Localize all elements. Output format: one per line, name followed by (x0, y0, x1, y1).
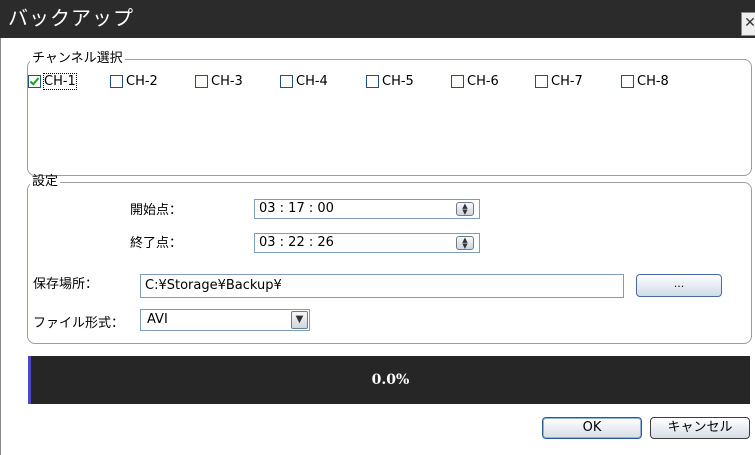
close-button[interactable]: ✕ (741, 12, 755, 36)
spin-up-down-icon: ▲ ▼ (462, 236, 468, 250)
chevron-down-icon[interactable]: ▼ (291, 311, 308, 329)
save-location-label: 保存場所： (33, 277, 99, 292)
channel-selection-group: チャンネル選択 (27, 52, 752, 176)
end-time-spinner[interactable]: ▲ ▼ (456, 236, 474, 250)
channel-checkbox[interactable] (28, 74, 41, 88)
channel-label: CH-6 (467, 73, 499, 89)
channel-checkbox[interactable] (535, 74, 548, 88)
dialog-border (0, 38, 1, 455)
backup-progress-bar: 0.0% (28, 356, 750, 404)
channel-label: CH-7 (551, 73, 583, 89)
channel-option-7[interactable]: CH-7 (535, 72, 583, 90)
channel-checkbox[interactable] (110, 74, 123, 88)
save-location-input[interactable]: C:¥Storage¥Backup¥ (140, 274, 624, 298)
browse-button[interactable]: ... (636, 274, 722, 297)
channel-label: CH-1 (43, 72, 77, 90)
channel-option-2[interactable]: CH-2 (110, 72, 158, 90)
channel-label: CH-4 (296, 73, 328, 89)
start-time-label: 開始点： (130, 203, 183, 218)
channel-checkbox[interactable] (195, 74, 208, 88)
channel-checkbox[interactable] (366, 74, 379, 88)
cancel-button[interactable]: キャンセル (650, 417, 750, 439)
channel-checkbox[interactable] (280, 74, 293, 88)
settings-legend: 設定 (32, 174, 59, 189)
channel-option-4[interactable]: CH-4 (280, 72, 328, 90)
channel-option-6[interactable]: CH-6 (451, 72, 499, 90)
channel-label: CH-5 (382, 73, 414, 89)
channel-checkbox[interactable] (451, 74, 464, 88)
title-bar: バックアップ (0, 0, 755, 38)
ok-label: OK (582, 420, 602, 435)
save-location-value: C:¥Storage¥Backup¥ (145, 278, 282, 293)
ok-button[interactable]: OK (542, 417, 642, 439)
file-format-label: ファイル形式： (33, 316, 125, 331)
channel-option-8[interactable]: CH-8 (621, 72, 669, 90)
end-time-value: 03 : 22 : 26 (259, 235, 334, 250)
browse-label: ... (673, 277, 685, 290)
close-icon: ✕ (744, 15, 755, 31)
channel-option-3[interactable]: CH-3 (195, 72, 243, 90)
channel-selection-legend: チャンネル選択 (32, 51, 123, 66)
end-time-input[interactable]: 03 : 22 : 26 (254, 233, 480, 253)
start-time-value: 03 : 17 : 00 (259, 201, 334, 216)
channel-label: CH-8 (637, 73, 669, 89)
file-format-select[interactable]: AVI ▼ (140, 309, 310, 331)
file-format-value: AVI (147, 312, 168, 327)
channel-label: CH-3 (211, 73, 243, 89)
channel-list: CH-1 CH-2 CH-3 CH-4 CH-5 CH-6 CH-7 CH-8 (28, 72, 728, 92)
cancel-label: キャンセル (667, 420, 733, 435)
spin-up-down-icon: ▲ ▼ (462, 202, 468, 216)
dialog-title: バックアップ (8, 6, 134, 30)
end-time-label: 終了点： (130, 236, 183, 251)
start-time-input[interactable]: 03 : 17 : 00 (254, 199, 480, 219)
channel-option-1[interactable]: CH-1 (28, 72, 77, 90)
channel-label: CH-2 (126, 73, 158, 89)
channel-checkbox[interactable] (621, 74, 634, 88)
start-time-spinner[interactable]: ▲ ▼ (456, 202, 474, 216)
progress-text: 0.0% (371, 372, 410, 388)
channel-option-5[interactable]: CH-5 (366, 72, 414, 90)
